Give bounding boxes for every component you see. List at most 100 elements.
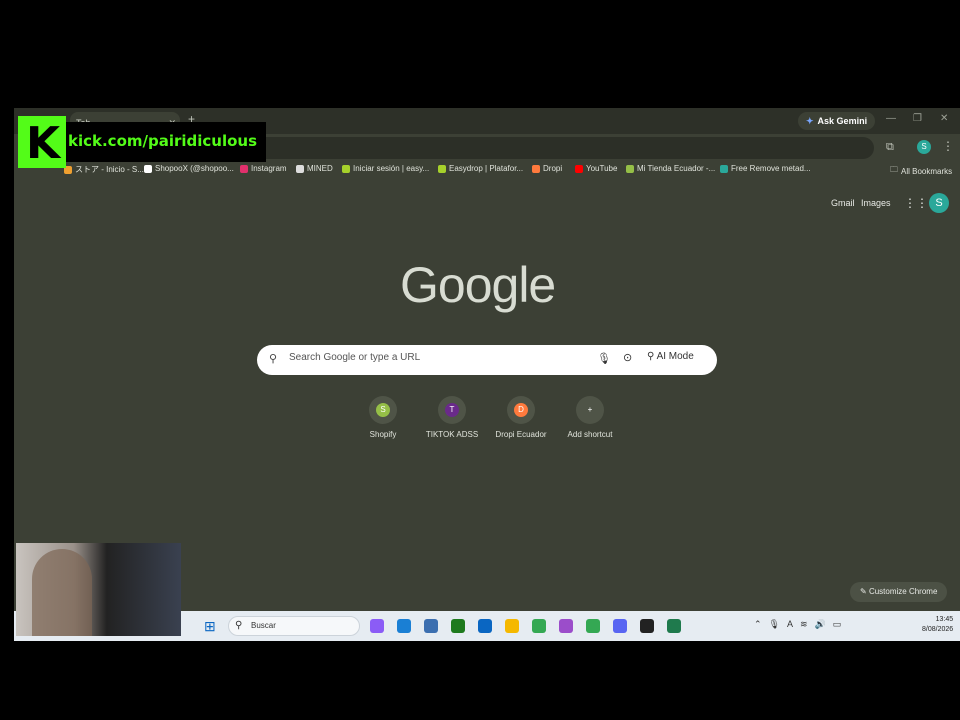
bookmark-icon <box>296 164 304 173</box>
apps-grid-icon[interactable]: ⋮⋮ <box>904 196 928 210</box>
ask-gemini-label: Ask Gemini <box>817 116 868 126</box>
bookmark-item[interactable]: ストア - Inicio - S... <box>64 164 144 175</box>
bookmark-icon <box>532 164 540 173</box>
taskbar-app-icon[interactable] <box>640 619 654 633</box>
shortcut-icon: T <box>438 396 466 424</box>
bookmark-item[interactable]: Free Remove metad... <box>720 164 811 173</box>
bookmark-label: ストア - Inicio - S... <box>75 165 144 174</box>
taskbar-app-icon[interactable] <box>370 619 384 633</box>
shortcut-label: Dropi Ecuador <box>495 430 547 439</box>
shortcut-tile[interactable]: D Dropi Ecuador <box>481 396 561 439</box>
plus-icon: + <box>576 396 604 424</box>
bookmark-label: ShopooX (@shopoo... <box>155 164 234 173</box>
taskbar-app-icon[interactable] <box>397 619 411 633</box>
webcam-overlay <box>16 543 181 636</box>
taskbar-app-icon[interactable] <box>505 619 519 633</box>
lens-icon[interactable]: ⊙ <box>623 351 632 364</box>
wifi-icon[interactable]: ≋ <box>800 619 808 630</box>
search-box[interactable]: ⚲ 🎙 ⊙ ⚲ AI Mode <box>257 345 717 375</box>
bookmark-label: Dropi <box>543 164 563 173</box>
volume-icon[interactable]: 🔊 <box>815 619 826 630</box>
language-icon[interactable]: A <box>787 619 793 630</box>
customize-chrome-button[interactable]: ✎ Customize Chrome <box>850 582 948 602</box>
bookmark-icon <box>342 164 350 173</box>
clock-date: 8/08/2026 <box>922 626 954 633</box>
shortcut-tile[interactable]: S Shopify <box>343 396 423 439</box>
taskbar-app-icon[interactable] <box>424 619 438 633</box>
ask-gemini-button[interactable]: ✦ Ask Gemini <box>798 112 876 130</box>
shortcut-glyph: T <box>445 403 459 417</box>
taskbar-search-label: Buscar <box>251 621 276 630</box>
bookmark-item[interactable]: Mi Tienda Ecuador -... <box>626 164 715 173</box>
taskbar-app-icon[interactable] <box>478 619 492 633</box>
bookmark-item[interactable]: YouTube <box>575 164 617 173</box>
customize-label: Customize Chrome <box>868 587 938 596</box>
pencil-icon: ✎ <box>860 587 867 596</box>
shortcut-glyph: + <box>587 405 593 414</box>
bookmark-icon <box>575 164 583 173</box>
bookmark-label: Easydrop | Platafor... <box>449 164 524 173</box>
system-tray: ⌃ 🎙 A ≋ 🔊 ▭ <box>754 619 841 630</box>
kick-k-glyph: K <box>26 118 61 169</box>
clock[interactable]: 13:45 8/08/2026 <box>922 615 953 635</box>
all-bookmarks[interactable]: 🗀 All Bookmarks <box>890 164 952 178</box>
taskbar-app-icon[interactable] <box>667 619 681 633</box>
shortcut-tile[interactable]: T TIKTOK ADSS <box>412 396 492 439</box>
bookmark-label: MINED <box>307 164 333 173</box>
bookmark-item[interactable]: ShopooX (@shopoo... <box>144 164 234 173</box>
bookmark-icon <box>144 164 152 173</box>
shortcut-label: TIKTOK ADSS <box>425 430 479 439</box>
bookmark-icon <box>720 164 728 173</box>
streamer-image <box>32 549 92 636</box>
ai-mode-label: AI Mode <box>656 351 694 362</box>
google-logo: Google <box>400 257 556 313</box>
shortcut-label: Shopify <box>369 430 397 439</box>
ai-mode-button[interactable]: ⚲ AI Mode <box>647 351 694 362</box>
search-icon: ⚲ <box>269 353 278 365</box>
bookmark-item[interactable]: Easydrop | Platafor... <box>438 164 523 173</box>
bookmark-item[interactable]: MINED <box>296 164 333 173</box>
shortcut-glyph: S <box>376 403 390 417</box>
shortcut-label: Add shortcut <box>567 430 613 439</box>
bookmark-icon <box>438 164 446 173</box>
taskbar-app-icon[interactable] <box>559 619 573 633</box>
all-bookmarks-label: All Bookmarks <box>901 166 953 176</box>
shortcut-icon: D <box>507 396 535 424</box>
bookmark-label: Mi Tienda Ecuador -... <box>637 164 716 173</box>
restore-icon[interactable]: ❐ <box>913 113 922 124</box>
bookmark-item[interactable]: Dropi <box>532 164 562 173</box>
bookmark-label: Free Remove metad... <box>731 164 811 173</box>
folder-icon: 🗀 <box>890 165 898 174</box>
avatar[interactable]: S <box>929 193 949 213</box>
kick-logo: K <box>18 116 66 169</box>
bookmark-item[interactable]: Iniciar sesión | easy... <box>342 164 429 173</box>
menu-icon[interactable]: ⋮ <box>942 139 954 153</box>
bookmark-icon <box>240 164 248 173</box>
extensions-icon[interactable]: ⧉ <box>886 141 894 154</box>
bookmark-label: Instagram <box>251 164 287 173</box>
bookmark-label: Iniciar sesión | easy... <box>353 164 430 173</box>
profile-button[interactable]: S <box>917 140 931 154</box>
bookmark-item[interactable]: Instagram <box>240 164 287 173</box>
battery-icon[interactable]: ▭ <box>833 619 842 630</box>
windows-start-icon[interactable]: ⊞ <box>204 618 216 635</box>
kick-url: kick.com/pairidiculous <box>68 132 258 150</box>
microphone-icon[interactable]: 🎙 <box>769 619 780 630</box>
taskbar-app-icon[interactable] <box>451 619 465 633</box>
bookmarks-bar: ストア - Inicio - S... ShopooX (@shopoo... In… <box>14 162 960 178</box>
clock-time: 13:45 <box>935 616 954 623</box>
taskbar-app-icon[interactable] <box>532 619 546 633</box>
taskbar-app-icon[interactable] <box>613 619 627 633</box>
gmail-link[interactable]: Gmail <box>831 198 855 208</box>
shortcut-tile[interactable]: + Add shortcut <box>550 396 630 439</box>
taskbar-search[interactable]: ⚲ Buscar <box>228 616 360 636</box>
shortcut-glyph: D <box>514 403 528 417</box>
search-input[interactable] <box>287 351 591 364</box>
minimize-icon[interactable]: — <box>886 113 896 124</box>
chevron-up-icon[interactable]: ⌃ <box>754 619 762 630</box>
close-window-icon[interactable]: ✕ <box>940 113 948 124</box>
taskbar-app-icon[interactable] <box>586 619 600 633</box>
microphone-icon[interactable]: 🎙 <box>597 352 611 365</box>
images-link[interactable]: Images <box>861 198 891 208</box>
search-icon: ⚲ <box>235 620 243 631</box>
